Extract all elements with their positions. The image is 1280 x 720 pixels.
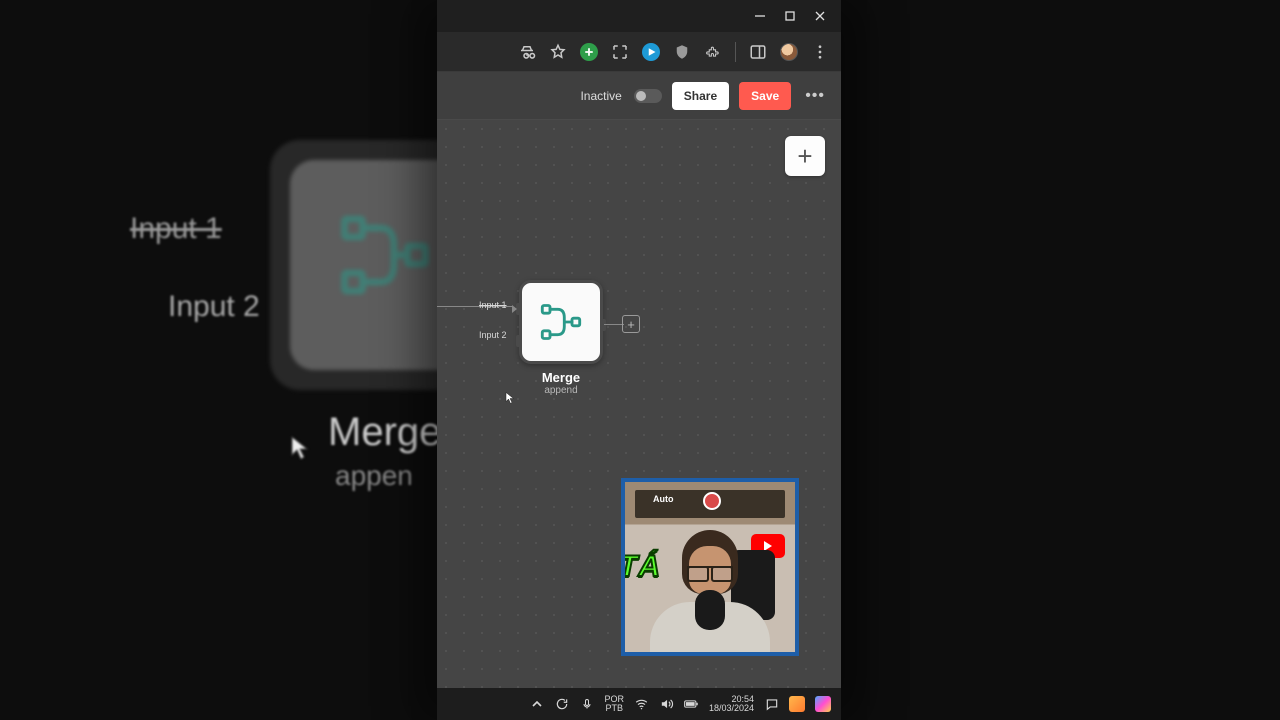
input-arrow-icon xyxy=(512,305,517,313)
bg-node-title: Merge xyxy=(328,410,441,455)
extension-play-icon[interactable] xyxy=(642,43,660,61)
input1-label: Input 1 xyxy=(479,300,507,310)
extension-shield-icon[interactable] xyxy=(673,43,691,61)
tray-app-2-icon[interactable] xyxy=(815,696,831,712)
window-maximize-button[interactable] xyxy=(783,9,797,23)
node-subtitle: append xyxy=(519,385,603,396)
webcam-brand-text: Auto xyxy=(653,494,674,504)
wifi-icon[interactable] xyxy=(634,697,649,712)
bg-node-subtitle: appen xyxy=(335,460,413,492)
screenshot-icon[interactable] xyxy=(611,43,629,61)
puzzle-icon[interactable] xyxy=(704,43,722,61)
merge-node[interactable]: Input 1 Input 2 + Merge xyxy=(519,280,603,396)
share-button[interactable]: Share xyxy=(672,82,729,110)
input-port-2[interactable] xyxy=(516,335,522,347)
incognito-icon[interactable] xyxy=(518,43,536,61)
window-titlebar xyxy=(437,0,841,32)
workflow-canvas[interactable]: + Input 1 Input 2 + xyxy=(437,120,841,688)
toolbar-separator xyxy=(735,42,736,62)
star-icon[interactable] xyxy=(549,43,567,61)
app-window: Inactive Share Save ••• + Input 1 Input … xyxy=(437,0,841,720)
canvas-cursor-icon xyxy=(505,391,515,408)
output-port[interactable] xyxy=(600,319,606,331)
mic-icon[interactable] xyxy=(579,697,594,712)
clock[interactable]: 20:54 18/03/2024 xyxy=(709,695,754,714)
lang-line2: PTB xyxy=(604,704,624,713)
battery-icon[interactable] xyxy=(684,697,699,712)
output-wire xyxy=(604,324,624,325)
tray-app-1-icon[interactable] xyxy=(789,696,805,712)
input2-label: Input 2 xyxy=(479,330,507,340)
add-output-button[interactable]: + xyxy=(622,315,640,333)
tray-expand-icon[interactable] xyxy=(529,697,544,712)
webcam-glasses-icon xyxy=(687,566,733,578)
caption-text: TÁ xyxy=(621,550,661,584)
bg-cursor-icon xyxy=(290,435,310,468)
window-minimize-button[interactable] xyxy=(753,9,767,23)
profile-avatar[interactable] xyxy=(780,43,798,61)
save-button[interactable]: Save xyxy=(739,82,791,110)
bg-merge-icon xyxy=(340,210,430,300)
sync-icon[interactable] xyxy=(554,697,569,712)
webcam-mic-icon xyxy=(695,590,725,630)
date-text: 18/03/2024 xyxy=(709,704,754,713)
merge-icon xyxy=(539,300,583,344)
browser-toolbar xyxy=(437,32,841,72)
language-indicator[interactable]: POR PTB xyxy=(604,695,624,714)
webcam-overlay: Auto TÁ xyxy=(621,478,799,656)
kebab-menu-icon[interactable] xyxy=(811,43,829,61)
sidepanel-icon[interactable] xyxy=(749,43,767,61)
node-body[interactable]: + xyxy=(519,280,603,364)
node-title: Merge xyxy=(519,370,603,385)
workflow-status-label: Inactive xyxy=(580,89,621,103)
notifications-icon[interactable] xyxy=(764,697,779,712)
active-toggle[interactable] xyxy=(634,89,662,103)
webcam-badge-icon xyxy=(703,492,721,510)
more-menu-button[interactable]: ••• xyxy=(801,87,829,105)
windows-taskbar: POR PTB 20:54 18/03/2024 xyxy=(437,688,841,720)
add-node-button[interactable]: + xyxy=(785,136,825,176)
extension-plus-icon[interactable] xyxy=(580,43,598,61)
workflow-toolbar: Inactive Share Save ••• xyxy=(437,72,841,120)
volume-icon[interactable] xyxy=(659,697,674,712)
bg-input1-label: Input 1 xyxy=(130,212,222,246)
window-close-button[interactable] xyxy=(813,9,827,23)
bg-input2-label: Input 2 xyxy=(168,290,260,324)
